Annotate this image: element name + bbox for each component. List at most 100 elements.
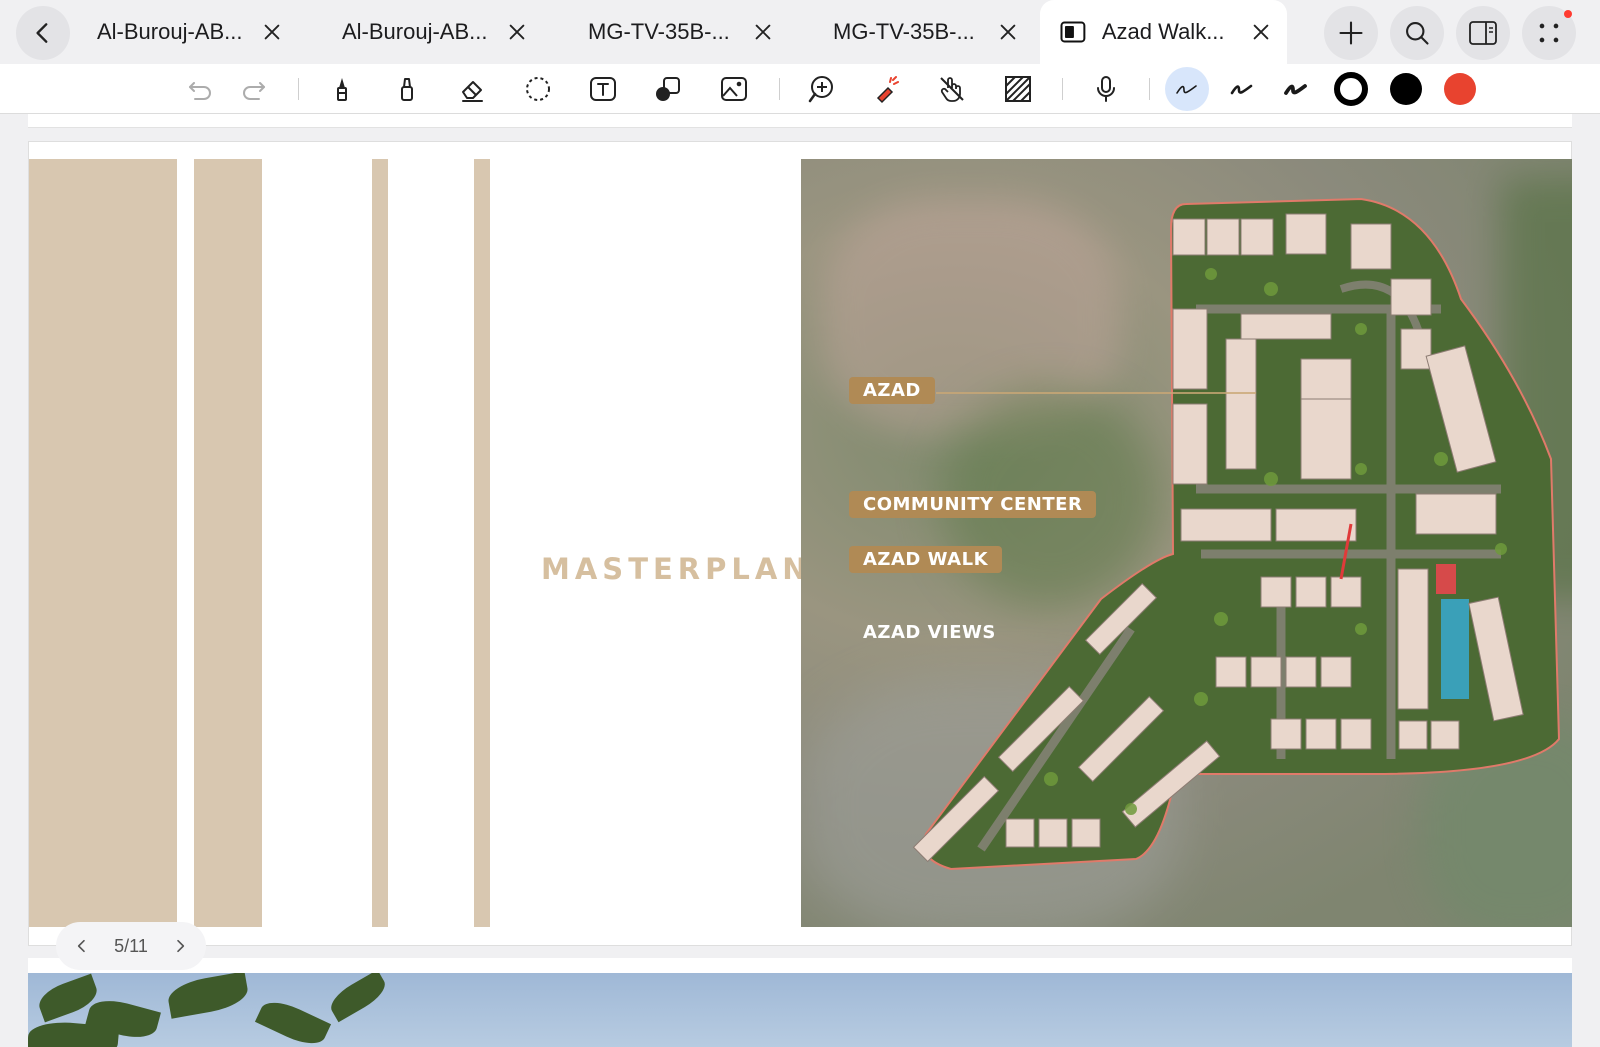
label-azad: AZAD xyxy=(849,377,935,404)
azad-pointer-line xyxy=(936,392,1256,394)
touch-draw-icon xyxy=(940,77,964,102)
tab-2[interactable]: Al-Burouj-AB... xyxy=(342,0,529,64)
document-viewer[interactable]: MASTERPLAN AZAD COMMUNITY CENTER AZAD WA… xyxy=(0,114,1600,1047)
close-tab-button[interactable] xyxy=(751,20,775,44)
text-box-icon xyxy=(590,77,616,101)
stroke-thin-icon xyxy=(1176,85,1197,94)
decorative-stripe xyxy=(372,159,388,927)
site-plan-graphic xyxy=(912,197,1561,871)
chevron-left-icon xyxy=(36,23,48,43)
more-dots-icon xyxy=(1539,23,1559,43)
zoom-tool[interactable] xyxy=(802,69,842,109)
close-icon xyxy=(264,24,280,40)
tab-5-active[interactable]: Azad Walk... xyxy=(1040,0,1287,64)
tab-1[interactable]: Al-Burouj-AB... xyxy=(97,0,284,64)
decorative-stripe xyxy=(474,159,490,927)
highlighter-tool[interactable] xyxy=(387,69,427,109)
label-azad-walk: AZAD WALK xyxy=(849,546,1003,573)
previous-page-button[interactable] xyxy=(72,936,92,956)
close-tab-button[interactable] xyxy=(1249,20,1273,44)
plus-icon xyxy=(1339,21,1363,45)
stroke-thick-option[interactable] xyxy=(1276,69,1316,109)
masterplan-image: AZAD COMMUNITY CENTER AZAD WALK AZAD VIE… xyxy=(801,159,1572,927)
previous-page-edge xyxy=(28,114,1572,128)
laser-pointer-tool[interactable] xyxy=(867,69,907,109)
decorative-stripe xyxy=(194,159,262,927)
color-red-swatch[interactable] xyxy=(1440,69,1480,109)
back-button[interactable] xyxy=(16,6,70,60)
tab-label: MG-TV-35B-... xyxy=(588,19,730,44)
search-button[interactable] xyxy=(1390,6,1444,60)
tab-label: Al-Burouj-AB... xyxy=(342,19,488,44)
touch-draw-tool[interactable] xyxy=(932,69,972,109)
pdf-page[interactable]: MASTERPLAN AZAD COMMUNITY CENTER AZAD WA… xyxy=(28,141,1572,946)
toolbar-divider xyxy=(1149,78,1150,100)
notification-dot xyxy=(1564,10,1572,18)
stroke-medium-option[interactable] xyxy=(1222,69,1262,109)
redo-button[interactable] xyxy=(234,69,274,109)
color-white-swatch[interactable] xyxy=(1331,69,1371,109)
color-black-swatch[interactable] xyxy=(1386,69,1426,109)
close-icon xyxy=(1253,24,1269,40)
color-swatch-ring xyxy=(1334,72,1368,106)
document-icon xyxy=(1060,21,1086,43)
decorative-stripe xyxy=(29,159,177,927)
pen-icon xyxy=(337,78,347,101)
label-azad-views: AZAD VIEWS xyxy=(863,622,996,643)
next-page-preview xyxy=(28,958,1572,1047)
undo-icon xyxy=(189,82,211,100)
toolbar-divider xyxy=(779,78,780,100)
eraser-icon xyxy=(462,81,483,102)
next-page-photo xyxy=(28,973,1572,1047)
tab-4[interactable]: MG-TV-35B-... xyxy=(833,0,1020,64)
redo-icon xyxy=(243,82,265,100)
label-community-center: COMMUNITY CENTER xyxy=(849,491,1097,518)
sidebar-toggle-button[interactable] xyxy=(1456,6,1510,60)
toolbar-divider xyxy=(1062,78,1063,100)
microphone-icon xyxy=(1097,76,1115,102)
tab-bar: Al-Burouj-AB... Al-Burouj-AB... MG-TV-35… xyxy=(0,0,1600,64)
pen-tool[interactable] xyxy=(322,69,362,109)
text-box-tool[interactable] xyxy=(583,69,623,109)
close-tab-button[interactable] xyxy=(505,20,529,44)
tab-label: MG-TV-35B-... xyxy=(833,19,975,44)
laser-pointer-icon xyxy=(876,76,899,104)
stroke-medium-icon xyxy=(1230,84,1253,95)
shapes-tool[interactable] xyxy=(648,69,688,109)
image-tool[interactable] xyxy=(714,69,754,109)
tab-label: Al-Burouj-AB... xyxy=(97,19,243,44)
color-swatch-dot xyxy=(1444,73,1476,105)
tab-3[interactable]: MG-TV-35B-... xyxy=(588,0,775,64)
color-swatch-dot xyxy=(1390,73,1422,105)
close-icon xyxy=(755,24,771,40)
page-indicator: 5/11 xyxy=(114,935,148,956)
page-navigator: 5/11 xyxy=(56,922,206,970)
stroke-thick-icon xyxy=(1284,84,1307,95)
close-tab-button[interactable] xyxy=(260,20,284,44)
chevron-right-icon xyxy=(177,939,185,953)
zoom-in-icon xyxy=(808,76,833,103)
tab-label: Azad Walk... xyxy=(1101,19,1225,44)
undo-button[interactable] xyxy=(180,69,220,109)
image-icon xyxy=(721,77,747,101)
page-title: MASTERPLAN xyxy=(541,552,812,586)
lasso-tool[interactable] xyxy=(518,69,558,109)
more-options-button[interactable] xyxy=(1522,6,1576,60)
search-icon xyxy=(1406,22,1429,45)
close-tab-button[interactable] xyxy=(996,20,1020,44)
shapes-icon xyxy=(656,77,680,101)
hatch-tool[interactable] xyxy=(998,69,1038,109)
close-icon xyxy=(1000,24,1016,40)
annotation-toolbar xyxy=(0,64,1600,114)
voice-record-button[interactable] xyxy=(1086,69,1126,109)
new-tab-button[interactable] xyxy=(1324,6,1378,60)
highlighter-icon xyxy=(401,78,413,101)
hatch-icon xyxy=(1005,76,1031,102)
chevron-left-icon xyxy=(77,939,85,953)
toolbar-divider xyxy=(298,78,299,100)
eraser-tool[interactable] xyxy=(452,69,492,109)
stroke-thin-option[interactable] xyxy=(1165,67,1209,111)
sidebar-icon xyxy=(1469,21,1497,45)
close-icon xyxy=(509,24,525,40)
next-page-button[interactable] xyxy=(170,936,190,956)
